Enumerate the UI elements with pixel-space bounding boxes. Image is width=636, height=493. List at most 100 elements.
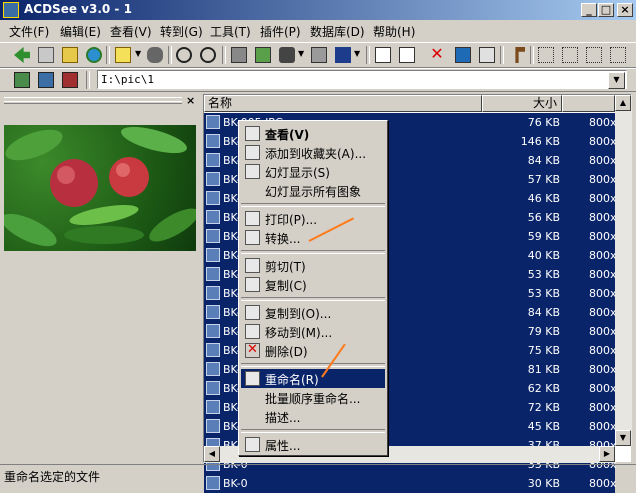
find-button[interactable] <box>145 46 165 64</box>
menu-item-label: 复制到(O)... <box>265 307 332 321</box>
column-header-extra[interactable] <box>562 95 615 112</box>
print-preview-button[interactable] <box>60 71 80 89</box>
rename-icon <box>245 371 260 386</box>
pane-close-icon[interactable]: × <box>186 94 195 107</box>
scroll-right-icon[interactable]: ▶ <box>599 446 615 462</box>
scroll-down-icon[interactable]: ▼ <box>615 430 631 446</box>
context-menu-item[interactable]: 描述... <box>241 407 385 426</box>
details-view-icon <box>610 47 626 63</box>
camera-button[interactable] <box>277 46 297 64</box>
upload-button[interactable] <box>253 46 273 64</box>
vertical-scrollbar[interactable]: ▲ ▼ <box>615 95 632 446</box>
menu-plugins[interactable]: 插件(P) <box>260 23 301 40</box>
context-menu-item[interactable]: 复制(C) <box>241 275 385 294</box>
context-menu-item[interactable]: 重命名(R) <box>241 369 385 388</box>
context-menu-item[interactable]: 幻灯显示所有图象 <box>241 181 385 200</box>
copy-to-button[interactable] <box>373 46 393 64</box>
file-size: 40 KB <box>527 249 560 262</box>
address-path: I:\pic\1 <box>101 73 154 86</box>
back-button[interactable] <box>12 46 32 64</box>
scroll-up-icon[interactable]: ▲ <box>615 95 631 111</box>
address-combobox[interactable]: I:\pic\1 ▼ <box>97 70 627 89</box>
list-view-button[interactable] <box>584 46 604 64</box>
menu-edit[interactable]: 编辑(E) <box>60 23 101 40</box>
jpg-file-icon <box>206 191 220 205</box>
camera-dropdown-icon[interactable]: ▼ <box>298 49 305 58</box>
favorites-dropdown-icon[interactable]: ▼ <box>135 49 142 58</box>
context-menu-item[interactable]: 打印(P)... <box>241 209 385 228</box>
file-size: 57 KB <box>527 173 560 186</box>
context-menu-item[interactable]: 批量顺序重命名... <box>241 388 385 407</box>
file-dimensions: 800x <box>589 154 617 167</box>
browse-button[interactable] <box>198 46 218 64</box>
menu-separator <box>241 429 385 433</box>
status-bar: 重命名选定的文件 <box>0 464 636 485</box>
menu-view[interactable]: 查看(V) <box>110 23 152 40</box>
wallpaper-dropdown-icon[interactable]: ▼ <box>354 49 361 58</box>
delete-button[interactable]: ✕ <box>427 46 447 64</box>
jpg-button[interactable] <box>36 71 56 89</box>
slideshow-icon <box>245 164 260 179</box>
menu-database[interactable]: 数据库(D) <box>310 23 365 40</box>
favorites-button[interactable] <box>113 46 133 64</box>
context-menu-item[interactable]: 添加到收藏夹(A)... <box>241 143 385 162</box>
jpg-file-icon <box>206 210 220 224</box>
minimize-button[interactable]: _ <box>581 3 597 17</box>
delete-x-icon: ✕ <box>430 44 444 63</box>
up-folder-button[interactable] <box>60 46 80 64</box>
context-menu-item[interactable]: 移动到(M)... <box>241 322 385 341</box>
menu-item-label: 打印(P)... <box>265 213 318 227</box>
folder-button[interactable] <box>36 46 56 64</box>
column-header-name[interactable]: 名称 <box>204 95 482 112</box>
context-menu-item[interactable]: 复制到(O)... <box>241 303 385 322</box>
menu-file[interactable]: 文件(F) <box>9 23 49 40</box>
copy-to-icon <box>245 305 260 320</box>
file-dimensions: 800x <box>589 344 617 357</box>
jpg-file-icon <box>206 419 220 433</box>
jpg-file-icon <box>206 362 220 376</box>
copy-icon <box>245 277 260 292</box>
context-menu-item[interactable]: ✕ 删除(D) <box>241 341 385 360</box>
menu-item-label: 删除(D) <box>265 345 308 359</box>
refresh-button[interactable] <box>84 46 104 64</box>
file-dimensions: 800x <box>589 230 617 243</box>
context-menu-item[interactable]: 查看(V) <box>241 124 385 143</box>
menu-help[interactable]: 帮助(H) <box>373 23 415 40</box>
small-icons-button[interactable] <box>560 46 580 64</box>
scroll-left-icon[interactable]: ◀ <box>204 446 220 462</box>
file-size: 146 KB <box>520 135 560 148</box>
back-arrow-icon <box>14 47 30 63</box>
jpg-file-icon <box>206 343 220 357</box>
upload-icon <box>255 47 271 63</box>
properties-button[interactable] <box>477 46 497 64</box>
slideshow-button[interactable] <box>229 46 249 64</box>
view-button[interactable] <box>174 46 194 64</box>
rename-button[interactable] <box>453 46 473 64</box>
jpg-file-icon <box>206 229 220 243</box>
move-to-icon <box>245 324 260 339</box>
close-button[interactable]: × <box>617 3 633 17</box>
move-to-button[interactable] <box>397 46 417 64</box>
large-icons-button[interactable] <box>536 46 556 64</box>
context-menu-item[interactable]: 属性... <box>241 435 385 454</box>
context-menu-item[interactable]: 幻灯显示(S) <box>241 162 385 181</box>
tools-button[interactable] <box>507 46 527 64</box>
context-menu-item[interactable]: 剪切(T) <box>241 256 385 275</box>
column-header-size[interactable]: 大小 <box>482 95 562 112</box>
menu-goto[interactable]: 转到(G) <box>160 23 203 40</box>
thumbnails-button[interactable] <box>12 71 32 89</box>
maximize-button[interactable]: □ <box>598 3 614 17</box>
chevron-down-icon[interactable]: ▼ <box>608 72 625 89</box>
properties-icon <box>245 437 260 452</box>
menu-tools[interactable]: 工具(T) <box>210 23 251 40</box>
print-button[interactable] <box>309 46 329 64</box>
printer-color-icon <box>62 72 78 88</box>
file-dimensions: 800x <box>589 116 617 129</box>
title-bar[interactable]: ACDSee v3.0 - 1 _ □ × <box>0 0 636 20</box>
rename-icon <box>455 47 471 63</box>
large-icons-icon <box>538 47 554 63</box>
file-dimensions: 800x <box>589 249 617 262</box>
file-size: 72 KB <box>527 401 560 414</box>
wallpaper-button[interactable] <box>333 46 353 64</box>
details-view-button[interactable] <box>608 46 628 64</box>
